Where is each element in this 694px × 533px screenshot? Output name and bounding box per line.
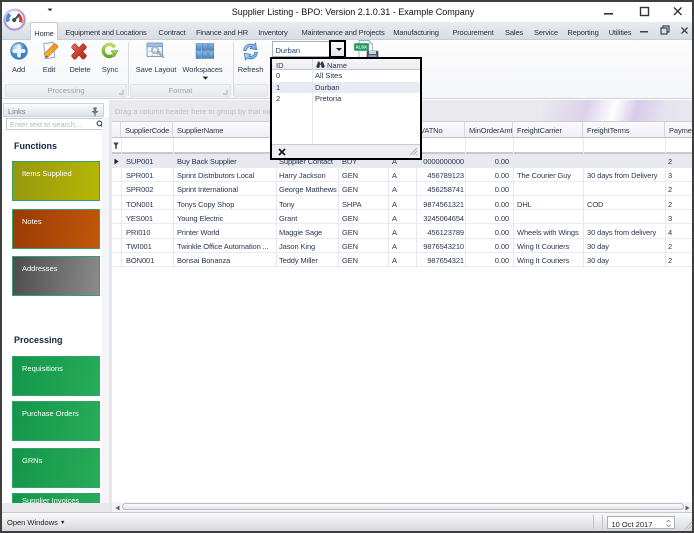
svg-text:XLSX: XLSX <box>356 45 367 50</box>
